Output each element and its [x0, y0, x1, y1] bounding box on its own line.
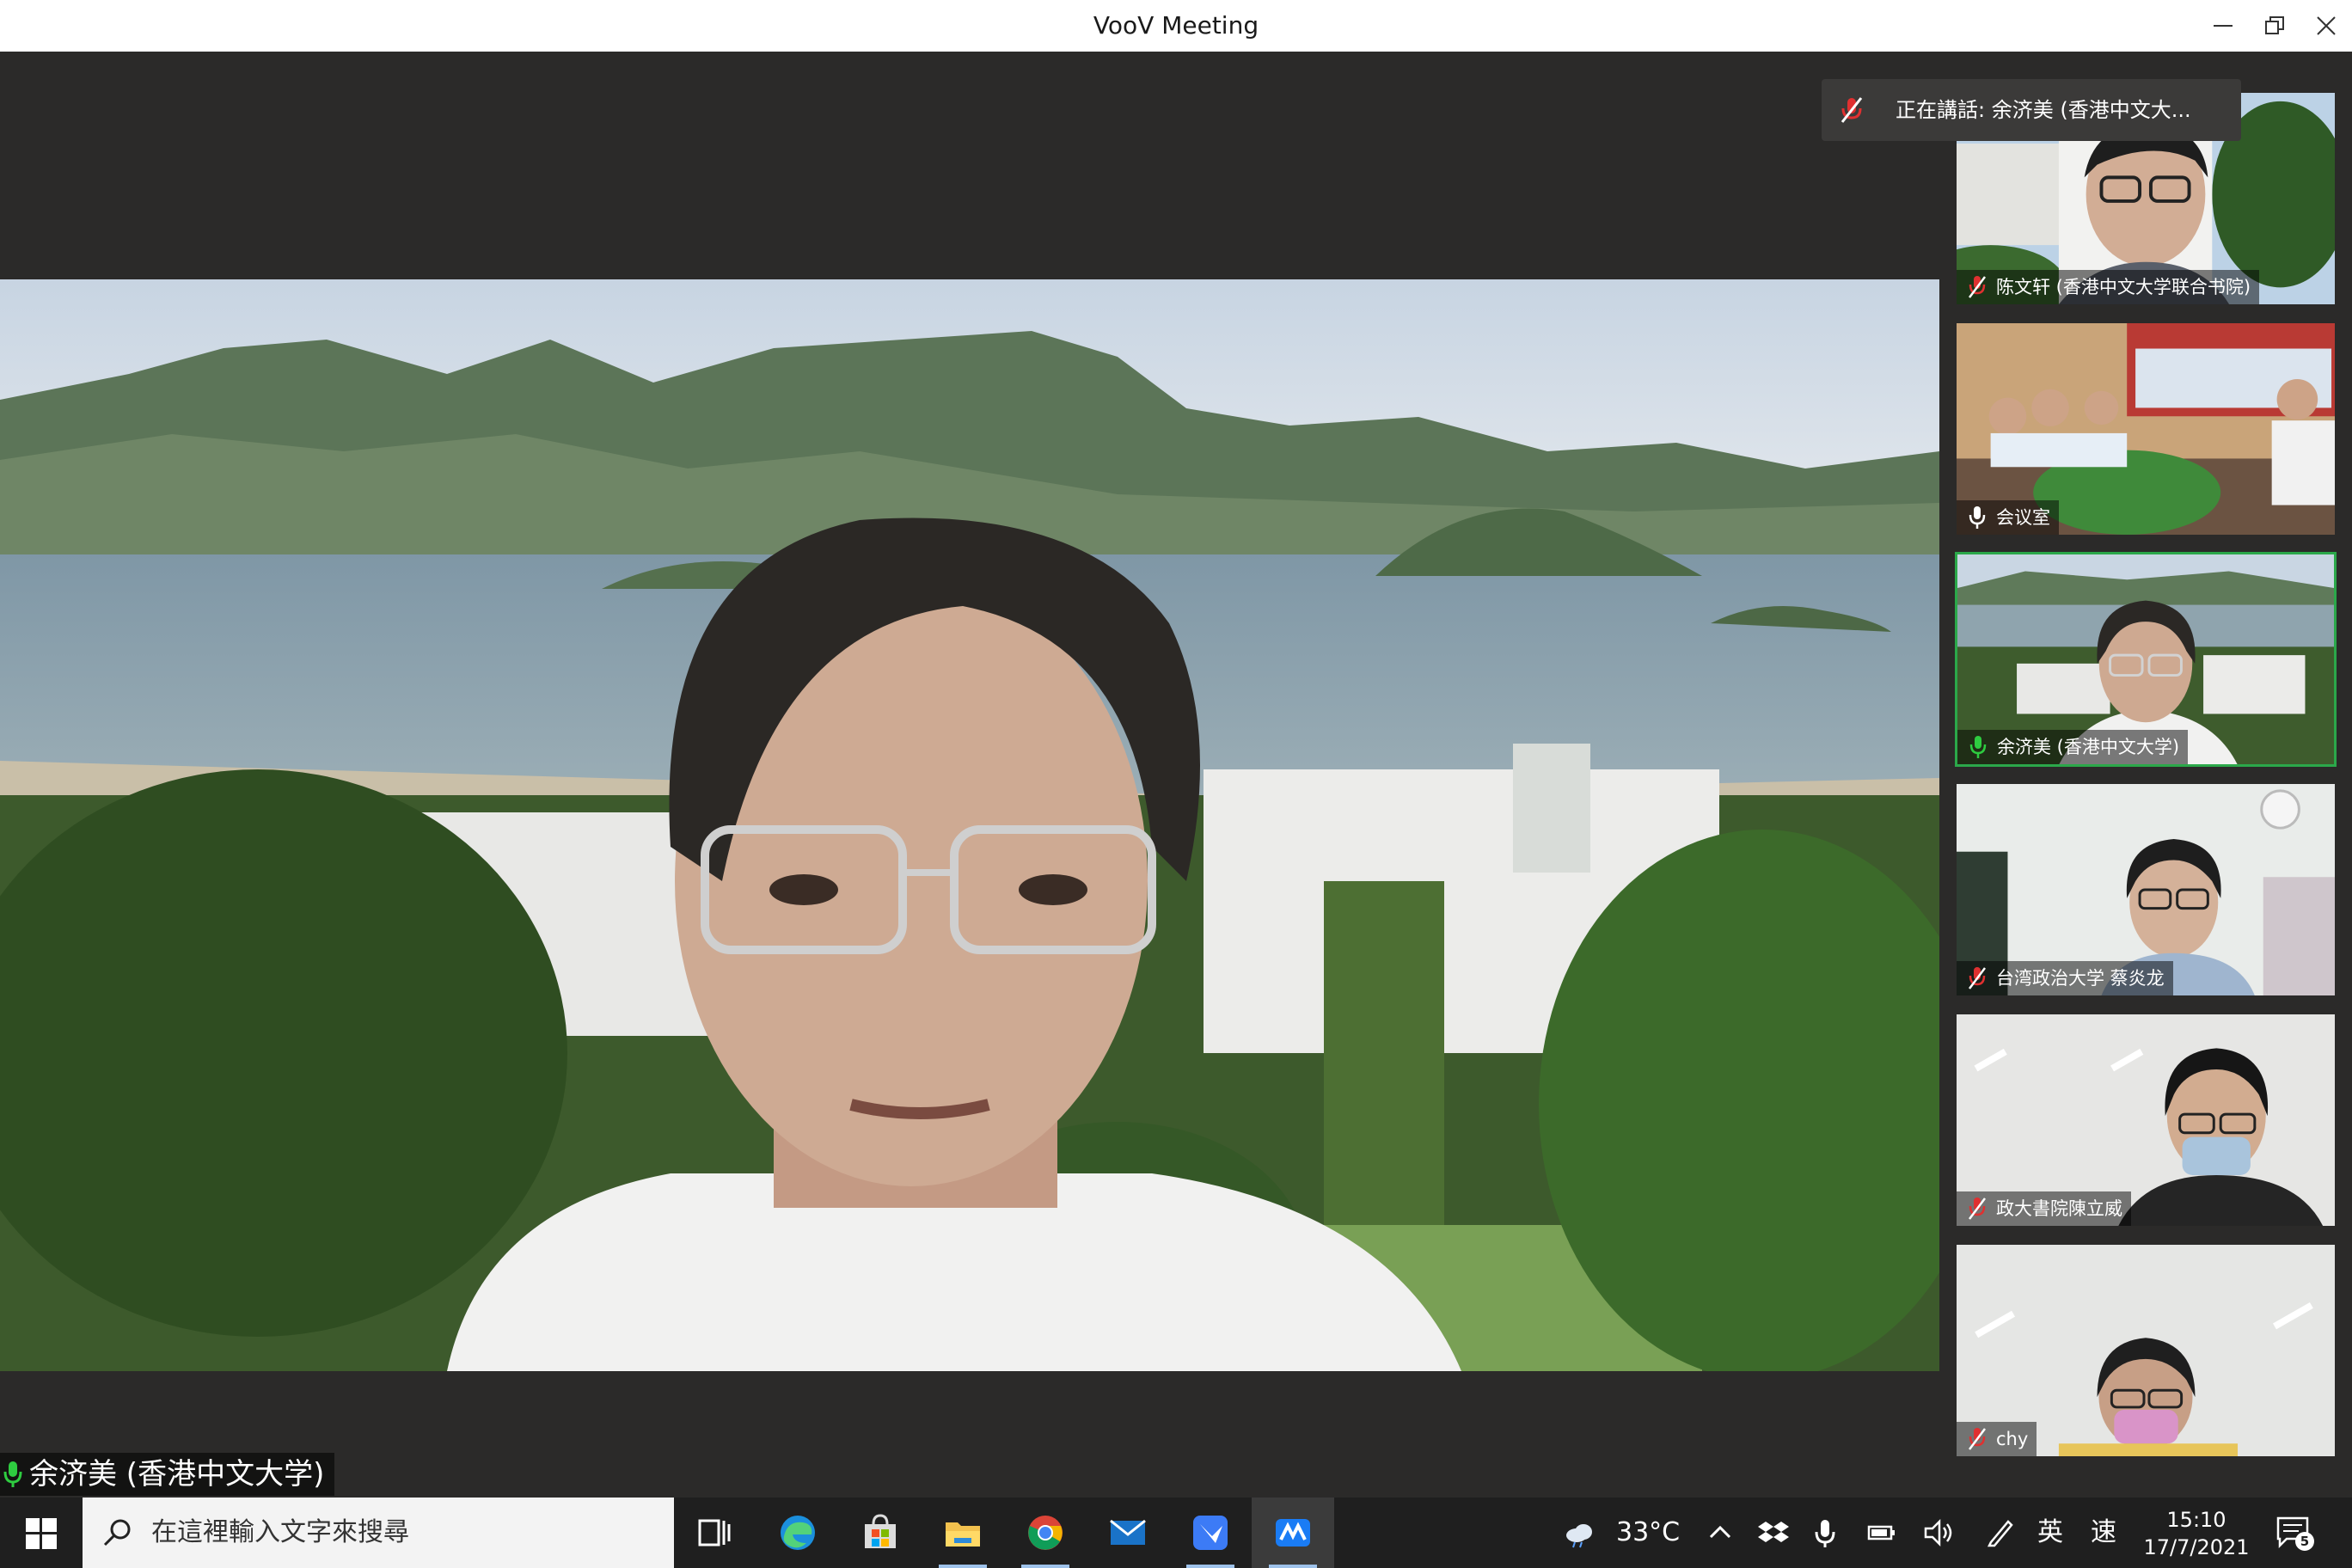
weather-temperature[interactable]: 33°C [1616, 1498, 1680, 1568]
participant-name: 台湾政治大学 蔡炎龙 [1996, 968, 2165, 989]
main-participant-label: 余济美 (香港中文大学) [0, 1453, 335, 1496]
feishu-button[interactable] [1169, 1498, 1252, 1568]
minimize-button[interactable] [2197, 0, 2249, 52]
start-button[interactable] [0, 1498, 83, 1568]
mic-muted-icon [1969, 967, 1986, 989]
mail-button[interactable] [1087, 1498, 1169, 1568]
task-view-icon [698, 1519, 731, 1547]
participant-label: 陈文轩 (香港中文大学联合书院) [1957, 270, 2260, 304]
participant-tile-active[interactable]: 余济美 (香港中文大学) [1955, 552, 2337, 767]
file-explorer-icon [946, 1522, 980, 1547]
search-icon [103, 1519, 131, 1547]
window-title: VooV Meeting [1093, 11, 1259, 40]
volume-icon[interactable] [1922, 1516, 1955, 1549]
search-placeholder: 在這裡輸入文字來搜尋 [151, 1517, 409, 1547]
windows-logo-icon [26, 1518, 57, 1549]
main-video-feed [0, 279, 1939, 1371]
dropbox-icon[interactable] [1757, 1516, 1790, 1549]
mic-muted-icon [1969, 276, 1986, 298]
edge-button[interactable] [756, 1498, 839, 1568]
chrome-icon [1028, 1516, 1063, 1550]
participant-label: 会议室 [1957, 500, 2059, 535]
speaking-text: 正在講話: 余济美 (香港中文大... [1896, 98, 2191, 122]
participant-name: 陈文轩 (香港中文大学联合书院) [1996, 277, 2251, 297]
main-participant-name: 余济美 (香港中文大学) [29, 1457, 325, 1491]
participant-name: 政大書院陳立威 [1996, 1198, 2122, 1219]
store-button[interactable] [839, 1498, 922, 1568]
mic-on-icon [3, 1461, 22, 1487]
close-icon [2317, 16, 2336, 35]
main-video[interactable] [0, 279, 1939, 1371]
mic-muted-icon [1969, 1428, 1986, 1450]
title-bar: VooV Meeting [0, 0, 2352, 52]
participant-label: chy [1957, 1422, 2037, 1456]
mic-muted-icon [1969, 1197, 1986, 1220]
store-icon [865, 1514, 896, 1548]
voov-button[interactable] [1252, 1498, 1334, 1568]
restore-icon [2265, 16, 2284, 34]
participant-tile[interactable]: 政大書院陳立威 [1955, 1013, 2337, 1228]
chevron-up-icon[interactable] [1704, 1516, 1736, 1549]
participant-label: 余济美 (香港中文大学) [1957, 730, 2189, 764]
voov-icon [1276, 1519, 1310, 1547]
close-button[interactable] [2300, 0, 2352, 52]
participant-tile[interactable]: 台湾政治大学 蔡炎龙 [1955, 782, 2337, 997]
ime-mode[interactable]: 速 [2091, 1498, 2116, 1568]
main-stage [0, 52, 1939, 1498]
restore-button[interactable] [2249, 0, 2300, 52]
file-explorer-button[interactable] [922, 1498, 1004, 1568]
participant-name: chy [1996, 1429, 2029, 1449]
mic-on-icon [1969, 736, 1987, 758]
chrome-button[interactable] [1004, 1498, 1087, 1568]
taskbar-search-box[interactable]: 在這裡輸入文字來搜尋 [83, 1498, 674, 1568]
ime-language[interactable]: 英 [2037, 1498, 2063, 1568]
task-view-button[interactable] [674, 1498, 756, 1568]
pen-icon[interactable] [1984, 1516, 2017, 1549]
participant-tile[interactable]: chy [1955, 1243, 2337, 1458]
speaking-banner: 正在講話: 余济美 (香港中文大... [1822, 79, 2241, 141]
edge-icon [781, 1516, 815, 1550]
battery-icon[interactable] [1865, 1516, 1898, 1549]
participant-label: 台湾政治大学 蔡炎龙 [1957, 961, 2173, 995]
mail-icon [1110, 1519, 1146, 1545]
minimize-icon [2214, 25, 2233, 27]
participant-name: 会议室 [1996, 507, 2050, 528]
clock-time: 15:10 [2166, 1508, 2226, 1532]
participant-tile[interactable]: 会议室 [1955, 322, 2337, 536]
clock[interactable]: 15:10 17/7/2021 [2141, 1506, 2252, 1561]
taskbar: 在這裡輸入文字來搜尋 33°C 英 速 15:10 17/7/2021 5 [0, 1498, 2352, 1568]
mic-muted-icon [1841, 97, 1863, 123]
participant-label: 政大書院陳立威 [1957, 1191, 2131, 1226]
feishu-icon [1193, 1516, 1228, 1550]
participant-name: 余济美 (香港中文大学) [1997, 737, 2180, 757]
mic-on-icon [1969, 506, 1986, 529]
clock-date: 17/7/2021 [2143, 1535, 2250, 1559]
notification-center-button[interactable]: 5 [2275, 1515, 2314, 1551]
cloud-weather-icon[interactable] [1563, 1516, 1596, 1549]
notification-badge: 5 [2295, 1532, 2314, 1551]
microphone-icon[interactable] [1809, 1516, 1841, 1549]
